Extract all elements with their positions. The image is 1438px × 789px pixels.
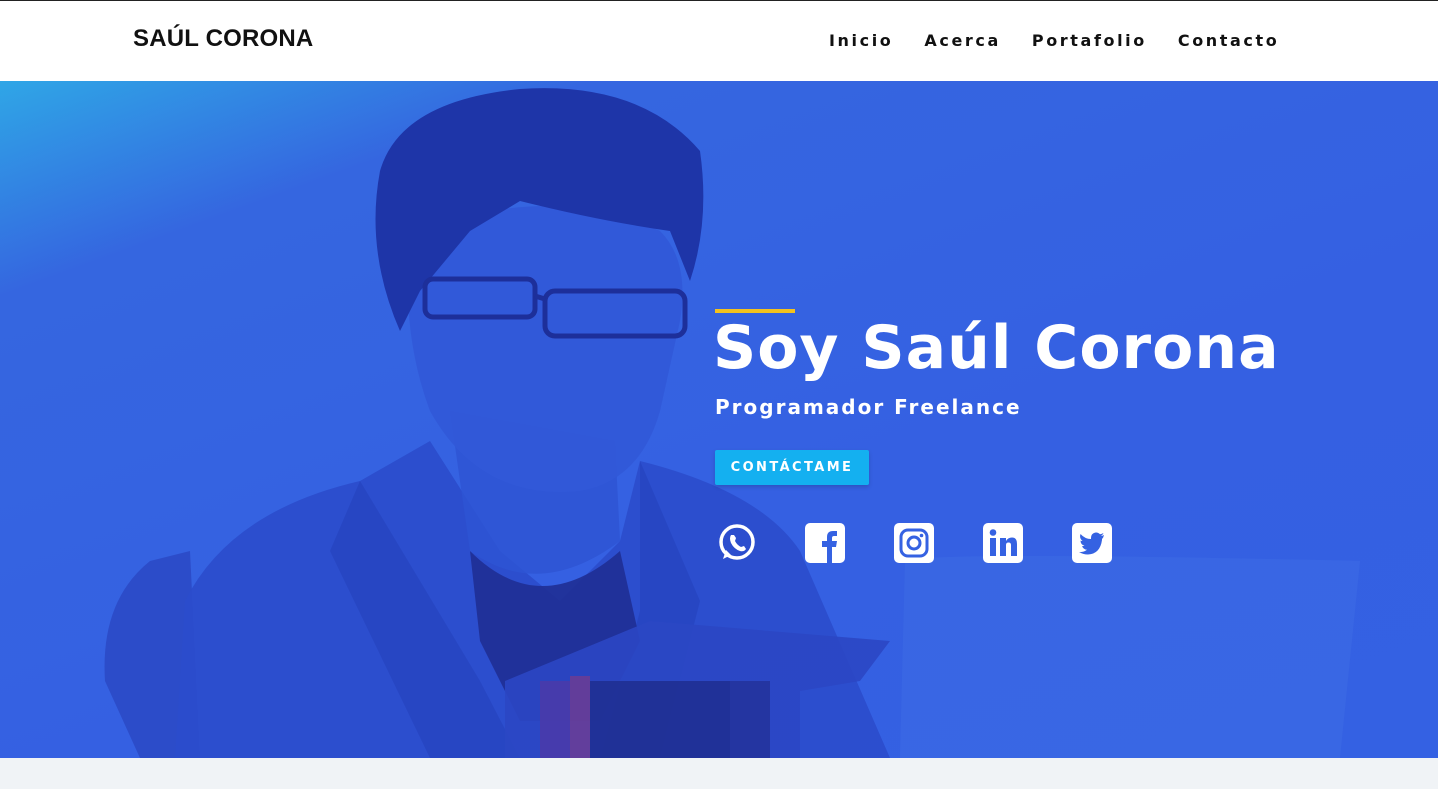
next-section-strip: [0, 758, 1438, 789]
twitter-icon[interactable]: [1072, 523, 1112, 563]
nav-portafolio[interactable]: Portafolio: [1032, 31, 1147, 50]
hero-section: Soy Saúl Corona Programador Freelance CO…: [0, 81, 1438, 758]
hero-subtitle: Programador Freelance: [715, 395, 1022, 419]
linkedin-icon[interactable]: [983, 523, 1023, 563]
top-navbar: SAÚL CORONA Inicio Acerca Portafolio Con…: [0, 0, 1438, 81]
facebook-icon[interactable]: [805, 523, 845, 563]
nav-contacto[interactable]: Contacto: [1178, 31, 1280, 50]
nav-inicio[interactable]: Inicio: [829, 31, 893, 50]
nav-acerca[interactable]: Acerca: [924, 31, 1001, 50]
main-nav: Inicio Acerca Portafolio Contacto: [829, 31, 1310, 50]
brand-logo[interactable]: SAÚL CORONA: [133, 25, 313, 53]
social-links: [716, 523, 1161, 563]
whatsapp-icon[interactable]: [716, 523, 756, 563]
hero-title: Soy Saúl Corona: [713, 313, 1280, 383]
contact-me-button[interactable]: CONTÁCTAME: [715, 450, 869, 485]
hero-background-photo: [104, 88, 1360, 758]
instagram-icon[interactable]: [894, 523, 934, 563]
